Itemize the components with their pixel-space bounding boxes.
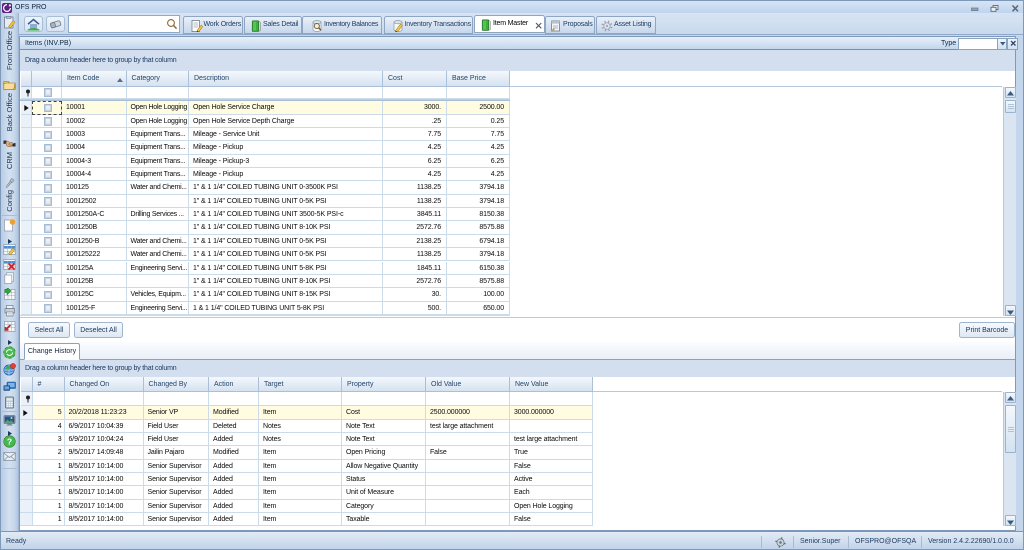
svg-text:?: ? bbox=[7, 437, 12, 447]
